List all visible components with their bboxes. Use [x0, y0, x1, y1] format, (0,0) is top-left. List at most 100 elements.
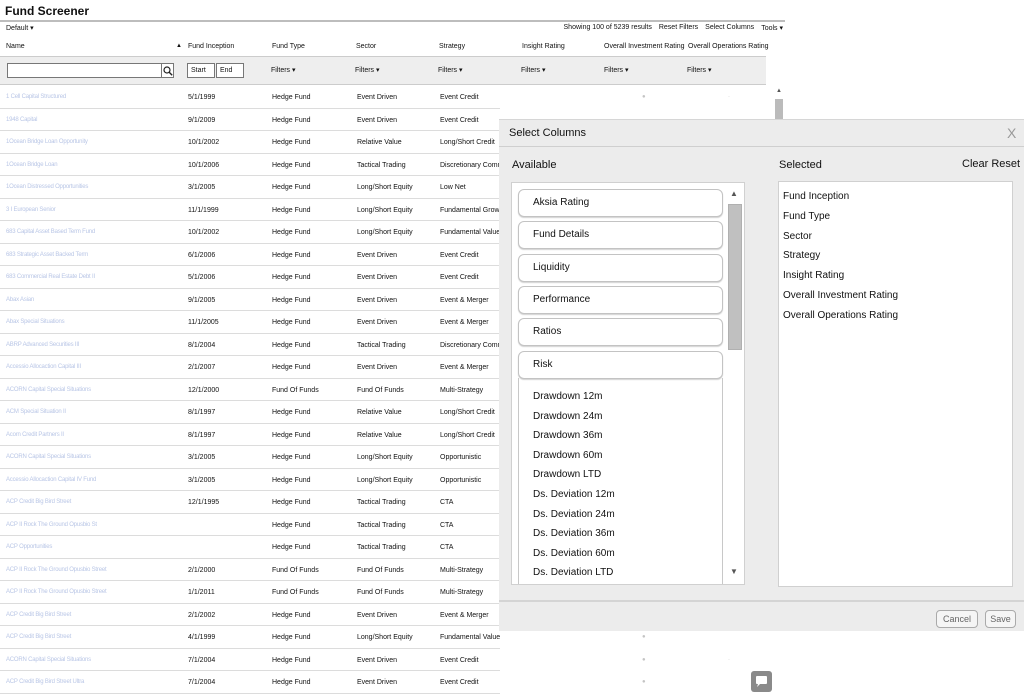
- fund-name-link[interactable]: ACP II Rock The Ground Opusbio Street: [6, 567, 107, 573]
- select-columns-link[interactable]: Select Columns: [705, 24, 754, 32]
- table-row[interactable]: ACORN Capital Special Situations 12/1/200…: [0, 379, 500, 401]
- insight-rating-filter[interactable]: Filters ▾: [521, 66, 546, 74]
- available-column-item[interactable]: Drawdown 24m: [533, 411, 602, 422]
- fund-name-link[interactable]: ACP Credit Big Bird Street: [6, 634, 71, 640]
- sort-asc-icon[interactable]: ▲: [176, 43, 182, 49]
- fund-type-filter[interactable]: Filters ▾: [271, 66, 296, 74]
- fund-name-link[interactable]: ACM Special Situation II: [6, 409, 66, 415]
- tools-dropdown[interactable]: Tools ▾: [761, 24, 783, 32]
- available-scrollbar-thumb[interactable]: [728, 204, 742, 350]
- available-column-item[interactable]: Ds. Deviation LTD: [533, 567, 613, 578]
- fund-name-link[interactable]: ACP Opportunities: [6, 544, 52, 550]
- table-row[interactable]: ACP Credit Big Bird Street 12/1/1995 Hedge…: [0, 491, 500, 514]
- table-row[interactable]: Accessio Allocaction Capital III 2/1/2007…: [0, 356, 500, 379]
- table-row[interactable]: ACORN Capital Special Situations 7/1/2004…: [0, 649, 500, 671]
- column-header-fund-type[interactable]: Fund Type: [272, 43, 305, 50]
- fund-name-link[interactable]: 1948 Capital: [6, 117, 37, 123]
- column-header-strategy[interactable]: Strategy: [439, 43, 465, 50]
- clear-reset-link[interactable]: Clear Reset: [962, 158, 1020, 170]
- available-column-item[interactable]: Ds. Deviation 60m: [533, 548, 615, 559]
- fund-name-link[interactable]: Abax Asian: [6, 297, 34, 303]
- table-row[interactable]: 1Ocean Distressed Opportunities 3/1/2005 H…: [0, 176, 500, 199]
- available-column-item[interactable]: Drawdown 36m: [533, 430, 602, 441]
- table-row[interactable]: ABRP Advanced Securities III 8/1/2004 Hedg…: [0, 334, 503, 356]
- selected-column-item[interactable]: Strategy: [783, 250, 820, 261]
- overall-operations-rating-filter[interactable]: Filters ▾: [687, 66, 712, 74]
- overall-investment-rating-filter[interactable]: Filters ▾: [604, 66, 629, 74]
- column-group-fund-details[interactable]: Fund Details: [518, 221, 723, 250]
- table-row[interactable]: ACORN Capital Special Situations 3/1/2005…: [0, 446, 500, 469]
- column-group-risk[interactable]: Risk: [518, 350, 723, 379]
- sector-filter[interactable]: Filters ▾: [355, 66, 380, 74]
- fund-name-link[interactable]: Acorn Credit Partners II: [6, 432, 64, 438]
- fund-name-link[interactable]: 1Ocean Distressed Opportunities: [6, 184, 88, 190]
- table-row[interactable]: 683 Commercial Real Estate Debt II 5/1/20…: [0, 266, 500, 289]
- fund-name-link[interactable]: ACP Credit Big Bird Street: [6, 612, 71, 618]
- chat-button[interactable]: [751, 671, 772, 692]
- column-header-name[interactable]: Name: [6, 43, 25, 50]
- table-row[interactable]: Acorn Credit Partners II 8/1/1997 Hedge Fu…: [0, 424, 500, 446]
- fund-name-link[interactable]: 683 Commercial Real Estate Debt II: [6, 274, 95, 280]
- table-row[interactable]: ACP II Rock The Ground Opusbio St Hedge F…: [0, 514, 500, 536]
- table-row[interactable]: Abax Special Situations 11/1/2005 Hedge Fu…: [0, 311, 500, 334]
- fund-name-link[interactable]: ACP II Rock The Ground Opusbio St: [6, 522, 97, 528]
- fund-name-link[interactable]: 1Ocean Bridge Loan: [6, 162, 58, 168]
- save-button[interactable]: Save: [985, 610, 1016, 628]
- table-row[interactable]: 1948 Capital 9/1/2009 Hedge Fund Event Driv…: [0, 109, 500, 131]
- scroll-up-icon[interactable]: ▲: [730, 189, 738, 198]
- column-header-fund-inception[interactable]: Fund Inception: [188, 43, 234, 50]
- table-row[interactable]: 683 Strategic Asset Backed Term 6/1/2006 H…: [0, 244, 500, 266]
- table-row[interactable]: ACP Credit Big Bird Street 2/1/2002 Hedge …: [0, 604, 500, 626]
- inception-start-input[interactable]: Start: [187, 63, 215, 78]
- column-group-ratios[interactable]: Ratios: [518, 318, 723, 347]
- fund-name-link[interactable]: 1Ocean Bridge Loan Opportunity: [6, 139, 88, 145]
- search-button[interactable]: [161, 63, 174, 78]
- fund-name-link[interactable]: ACP Credit Big Bird Street: [6, 499, 71, 505]
- selected-column-item[interactable]: Overall Operations Rating: [783, 310, 898, 321]
- selected-column-item[interactable]: Fund Type: [783, 211, 830, 222]
- fund-name-link[interactable]: ACP II Rock The Ground Opusbio Street: [6, 589, 107, 595]
- default-view-dropdown[interactable]: Default ▾: [6, 24, 34, 32]
- fund-name-link[interactable]: ACORN Capital Special Situations: [6, 387, 91, 393]
- inception-end-input[interactable]: End: [216, 63, 244, 78]
- table-row[interactable]: 1 Cell Capital Structured 5/1/1999 Hedge F…: [0, 86, 500, 109]
- table-row[interactable]: 683 Capital Asset Based Term Fund 10/1/20…: [0, 221, 500, 244]
- column-header-overall-investment-rating[interactable]: Overall Investment Rating: [604, 43, 685, 50]
- fund-name-link[interactable]: Accessio Allocaction Capital III: [6, 364, 81, 370]
- fund-name-link[interactable]: ACP Credit Big Bird Street Ultra: [6, 679, 84, 685]
- table-row[interactable]: ACP Credit Big Bird Street 4/1/1999 Hedge …: [0, 626, 500, 649]
- fund-name-link[interactable]: Abax Special Situations: [6, 319, 65, 325]
- selected-column-item[interactable]: Fund Inception: [783, 191, 849, 202]
- table-row[interactable]: 1Ocean Bridge Loan 10/1/2006 Hedge Fund Tac…: [0, 154, 503, 176]
- fund-name-link[interactable]: 683 Capital Asset Based Term Fund: [6, 229, 95, 235]
- column-header-overall-operations-rating[interactable]: Overall Operations Rating: [688, 43, 769, 50]
- selected-column-item[interactable]: Overall Investment Rating: [783, 290, 898, 301]
- column-group-performance[interactable]: Performance: [518, 285, 723, 314]
- column-header-sector[interactable]: Sector: [356, 43, 376, 50]
- table-row[interactable]: Accessio Allocaction Capital IV Fund 3/1/…: [0, 469, 500, 491]
- fund-name-link[interactable]: ACORN Capital Special Situations: [6, 454, 91, 460]
- available-column-item[interactable]: Drawdown 12m: [533, 391, 602, 402]
- column-group-liquidity[interactable]: Liquidity: [518, 253, 723, 282]
- cancel-button[interactable]: Cancel: [936, 610, 978, 628]
- fund-name-link[interactable]: 3 I European Senior: [6, 207, 56, 213]
- table-row[interactable]: 3 I European Senior 11/1/1999 Hedge Fund Lo…: [0, 199, 505, 221]
- name-search-input[interactable]: [7, 63, 162, 78]
- column-group-aksia-rating[interactable]: Aksia Rating: [518, 189, 723, 217]
- fund-name-link[interactable]: 683 Strategic Asset Backed Term: [6, 252, 88, 258]
- fund-name-link[interactable]: ACORN Capital Special Situations: [6, 657, 91, 663]
- close-icon[interactable]: X: [1007, 125, 1016, 141]
- table-row[interactable]: ACM Special Situation II 8/1/1997 Hedge Fu…: [0, 401, 500, 424]
- available-column-item[interactable]: Ds. Deviation 36m: [533, 528, 615, 539]
- selected-column-item[interactable]: Sector: [783, 231, 812, 242]
- available-column-item[interactable]: Drawdown 60m: [533, 450, 602, 461]
- table-row[interactable]: ACP II Rock The Ground Opusbio Street 1/1…: [0, 581, 500, 604]
- fund-name-link[interactable]: 1 Cell Capital Structured: [6, 94, 66, 100]
- fund-name-link[interactable]: Accessio Allocaction Capital IV Fund: [6, 477, 96, 483]
- table-row[interactable]: ACP Credit Big Bird Street Ultra 7/1/2004…: [0, 671, 500, 694]
- available-column-item[interactable]: Ds. Deviation 12m: [533, 489, 615, 500]
- table-row[interactable]: ACP Opportunities Hedge Fund Tactical Trad…: [0, 536, 500, 559]
- table-row[interactable]: ACP II Rock The Ground Opusbio Street 2/1…: [0, 559, 500, 581]
- reset-filters-link[interactable]: Reset Filters: [659, 24, 698, 32]
- table-row[interactable]: 1Ocean Bridge Loan Opportunity 10/1/2002 H…: [0, 131, 500, 154]
